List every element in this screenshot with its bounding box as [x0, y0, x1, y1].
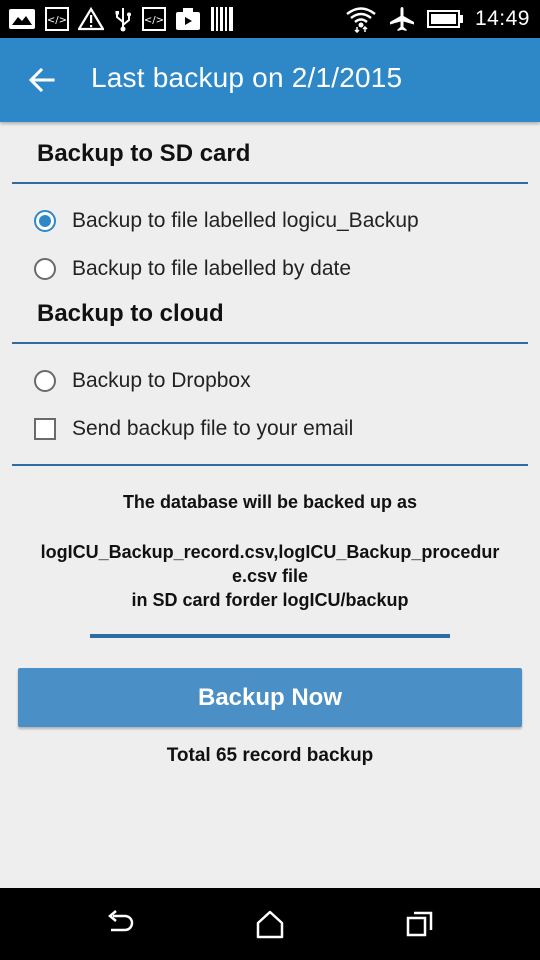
- progress-bar: [90, 634, 450, 638]
- status-icons-right: 14:49: [345, 6, 530, 33]
- home-nav-icon: [256, 910, 284, 939]
- divider: [12, 342, 528, 344]
- divider: [12, 464, 528, 466]
- cloud-section-title: Backup to cloud: [37, 300, 224, 327]
- sd-section-title: Backup to SD card: [37, 140, 251, 167]
- back-nav-icon: [108, 910, 134, 932]
- barcode-icon: [211, 7, 233, 31]
- radio-backup-by-date[interactable]: Backup to file labelled by date: [34, 253, 351, 285]
- radio-backup-dropbox[interactable]: Backup to Dropbox: [34, 365, 251, 397]
- radio-button-checked[interactable]: [34, 210, 56, 232]
- status-icons-left: </> </>: [8, 6, 234, 32]
- image-icon: [9, 9, 35, 29]
- nav-home-button[interactable]: [253, 908, 287, 940]
- divider: [12, 182, 528, 184]
- recents-nav-icon: [406, 911, 433, 937]
- app-bar: Last backup on 2/1/2015: [0, 38, 540, 122]
- navigation-bar: [0, 888, 540, 960]
- code-icon: </>: [142, 7, 166, 31]
- usb-icon: [115, 8, 131, 32]
- nav-recents-button[interactable]: [403, 908, 437, 940]
- total-record-text: Total 65 record backup: [166, 745, 374, 766]
- wifi-icon: [346, 7, 376, 33]
- airplane-icon: [389, 7, 414, 31]
- info-folder-line: in SD card forder logICU/backup: [131, 590, 409, 610]
- radio-button[interactable]: [34, 258, 56, 280]
- info-filename-line: e.csv file: [231, 566, 309, 586]
- status-bar: </> </> 14:49: [0, 0, 540, 38]
- video-icon: [176, 8, 200, 30]
- radio-backup-logicu[interactable]: Backup to file labelled logicu_Backup: [34, 205, 419, 237]
- page-title: Last backup on 2/1/2015: [91, 62, 403, 93]
- arrow-left-icon: [28, 67, 55, 93]
- svg-text:</>: </>: [144, 15, 164, 26]
- svg-text:</>: </>: [47, 15, 67, 26]
- checkbox[interactable]: [34, 418, 56, 440]
- back-button[interactable]: [26, 64, 58, 96]
- info-heading: The database will be backed up as: [122, 492, 418, 512]
- clock: 14:49: [474, 7, 530, 30]
- warning-icon: [78, 7, 104, 31]
- progress-fill: [90, 634, 450, 638]
- battery-icon: [426, 10, 463, 28]
- info-filename-line: logICU_Backup_record.csv,logICU_Backup_p…: [40, 542, 500, 562]
- radio-label: Backup to Dropbox: [72, 369, 251, 392]
- radio-label: Backup to file labelled by date: [72, 257, 352, 280]
- checkbox-send-email[interactable]: Send backup file to your email: [34, 413, 353, 445]
- radio-label: Backup to file labelled logicu_Backup: [72, 209, 419, 232]
- radio-button[interactable]: [34, 370, 56, 392]
- backup-now-button[interactable]: Backup Now: [18, 668, 522, 727]
- nav-back-button[interactable]: [103, 908, 137, 940]
- code-icon: </>: [45, 7, 69, 31]
- checkbox-label: Send backup file to your email: [72, 417, 354, 440]
